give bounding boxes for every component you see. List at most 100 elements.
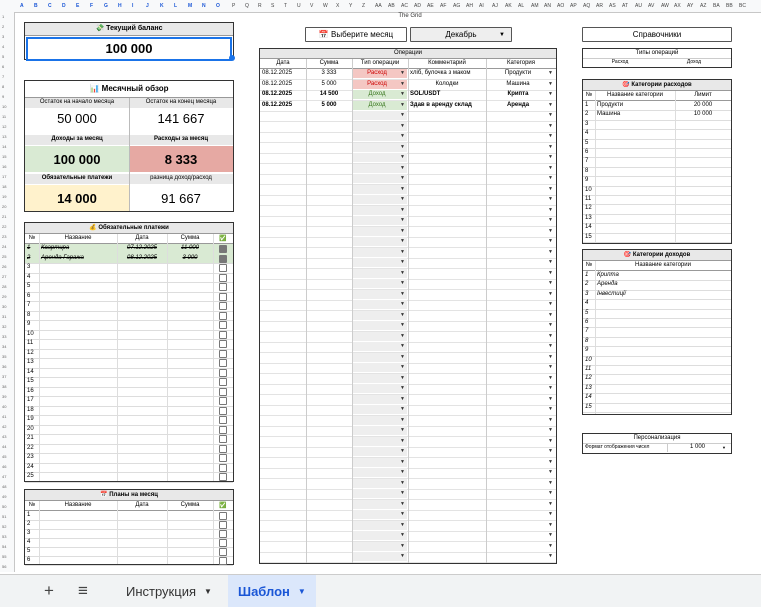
chevron-down-icon[interactable]: ▼ [548,543,553,549]
chevron-down-icon[interactable]: ▼ [400,270,405,276]
table-cell[interactable]: 08.12.2025 [262,102,304,108]
chevron-down-icon[interactable]: ▼ [400,154,405,160]
chevron-down-icon[interactable]: ▼ [548,501,553,507]
chevron-down-icon[interactable]: ▼ [400,522,405,528]
chevron-down-icon[interactable]: ▼ [400,396,405,402]
chevron-down-icon[interactable]: ▼ [548,522,553,528]
operation-type-cell[interactable] [353,195,407,204]
chevron-down-icon[interactable]: ▼ [400,406,405,412]
chevron-down-icon[interactable]: ▼ [548,196,553,202]
checkbox[interactable] [219,512,227,520]
operation-type-cell[interactable] [353,184,407,194]
checkbox[interactable] [219,330,227,339]
operation-type-cell[interactable] [353,489,407,498]
table-cell[interactable]: 08.12.2025 [262,91,304,97]
all-sheets-menu-icon[interactable]: ≡ [78,575,88,607]
operation-type-cell[interactable] [353,163,407,173]
chevron-down-icon[interactable]: ▼ [548,238,553,244]
chevron-down-icon[interactable]: ▼ [400,196,405,202]
chevron-down-icon[interactable]: ▼ [400,207,405,213]
operation-type-cell[interactable] [353,499,407,509]
checkbox[interactable] [219,273,227,282]
table-cell[interactable]: 08.12.2025 [262,70,304,76]
operation-type-cell[interactable] [353,121,407,131]
chevron-down-icon[interactable]: ▼ [400,469,405,475]
chevron-down-icon[interactable]: ▼ [400,301,405,307]
operation-type-cell[interactable] [353,510,407,519]
chevron-down-icon[interactable]: ▼ [400,375,405,381]
chevron-down-icon[interactable]: ▼ [548,354,553,360]
checkbox[interactable] [219,378,227,386]
chevron-down-icon[interactable]: ▼ [400,228,405,234]
chevron-down-icon[interactable]: ▼ [548,385,553,391]
references-button[interactable]: Справочники [582,27,732,42]
table-cell[interactable]: Колодки [410,81,484,87]
chevron-down-icon[interactable]: ▼ [400,427,405,433]
checkbox[interactable] [219,254,227,263]
chevron-down-icon[interactable]: ▼ [400,343,405,349]
month-dropdown[interactable]: Декабрь ▼ [410,27,512,42]
chevron-down-icon[interactable]: ▼ [400,249,405,255]
chevron-down-icon[interactable]: ▼ [400,112,405,118]
chevron-down-icon[interactable]: ▼ [400,459,405,465]
checkbox[interactable] [219,245,227,253]
chevron-down-icon[interactable]: ▼ [548,91,553,97]
table-cell[interactable]: хліб, булочка з маком [410,70,484,76]
table-cell[interactable]: 5 000 [308,81,350,87]
checkbox[interactable] [219,387,227,396]
chevron-down-icon[interactable]: ▼ [400,553,405,559]
chevron-down-icon[interactable]: ▼ [400,322,405,328]
chevron-down-icon[interactable]: ▼ [548,112,553,118]
chevron-down-icon[interactable]: ▼ [548,396,553,402]
chevron-down-icon[interactable]: ▼ [400,501,405,507]
chevron-down-icon[interactable]: ▼ [548,291,553,297]
operation-type-cell[interactable] [353,142,407,152]
operation-type-cell[interactable] [353,205,407,215]
checkbox[interactable] [219,425,227,434]
operation-type-cell[interactable] [353,541,407,551]
chevron-down-icon[interactable]: ▼ [548,343,553,349]
operation-type-cell[interactable] [353,247,407,257]
checkbox[interactable] [219,321,227,329]
chevron-down-icon[interactable]: ▼ [400,448,405,454]
operation-type-cell[interactable] [353,300,407,309]
checkbox[interactable] [219,521,227,529]
operation-type-cell[interactable] [353,426,407,435]
chevron-down-icon[interactable]: ▼ [400,385,405,391]
chevron-down-icon[interactable]: ▼ [400,417,405,423]
checkbox[interactable] [219,416,227,424]
checkbox[interactable] [219,283,227,291]
checkbox[interactable] [219,340,227,348]
checkbox[interactable] [219,463,227,472]
checkbox[interactable] [219,368,227,377]
chevron-down-icon[interactable]: ▼ [548,186,553,192]
chevron-down-icon[interactable]: ▼ [548,217,553,223]
table-cell[interactable]: 3 333 [308,70,350,76]
chevron-down-icon[interactable]: ▼ [400,91,405,97]
checkbox[interactable] [219,349,227,358]
chevron-down-icon[interactable]: ▼ [548,469,553,475]
chevron-down-icon[interactable]: ▼ [548,417,553,423]
format-dropdown[interactable]: 1 000 ▼ [667,443,730,452]
operation-type-cell[interactable] [353,520,407,530]
table-cell[interactable]: SOL/USDT [410,91,484,97]
chevron-down-icon[interactable]: ▼ [400,217,405,223]
table-cell[interactable]: 5 000 [308,102,350,108]
chevron-down-icon[interactable]: ▼ [400,133,405,139]
chevron-down-icon[interactable]: ▼ [548,280,553,286]
operation-type-cell[interactable] [353,226,407,236]
table-cell[interactable]: 08.12.2025 [262,81,304,87]
chevron-down-icon[interactable]: ▼ [548,175,553,181]
checkbox[interactable] [219,397,227,405]
checkbox[interactable] [219,311,227,320]
checkbox[interactable] [219,548,227,556]
operation-type-cell[interactable] [353,268,407,278]
chevron-down-icon[interactable]: ▼ [548,312,553,318]
checkbox[interactable] [219,444,227,453]
chevron-down-icon[interactable]: ▼ [548,406,553,412]
chevron-down-icon[interactable]: ▼ [400,511,405,517]
chevron-down-icon[interactable]: ▼ [548,154,553,160]
chevron-down-icon[interactable]: ▼ [400,438,405,444]
checkbox[interactable] [219,557,227,565]
chevron-down-icon[interactable]: ▼ [400,364,405,370]
